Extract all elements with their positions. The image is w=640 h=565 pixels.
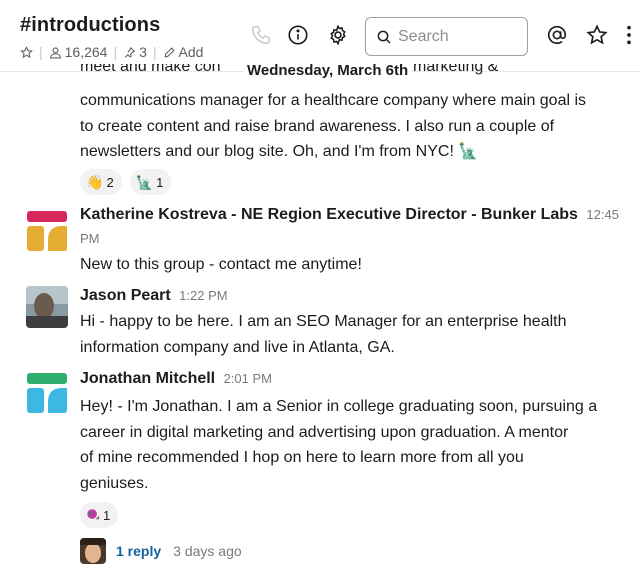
- message-line: newsletters and our blog site. Oh, and I…: [80, 143, 479, 160]
- timestamp-continuation: PM: [80, 231, 100, 246]
- reaction-count: 2: [106, 174, 114, 190]
- sender-name[interactable]: Jason Peart: [80, 287, 171, 304]
- company-logo-avatar: [27, 211, 67, 251]
- more-vertical-icon: [627, 25, 631, 45]
- reaction-bar: 👋 2 🗽 1: [80, 169, 172, 195]
- phone-icon: [251, 25, 271, 45]
- message-body: communications manager for a healthcare …: [80, 88, 586, 165]
- add-topic-button[interactable]: Add: [163, 44, 204, 60]
- reply-count-link[interactable]: 1 reply: [116, 543, 161, 559]
- channel-settings-button[interactable]: [327, 24, 349, 46]
- star-icon: [586, 24, 608, 45]
- reaction-wave[interactable]: 👋 2: [80, 169, 122, 195]
- reaction-bar: 1: [80, 502, 119, 528]
- company-logo-avatar: [27, 373, 67, 413]
- meta-separator: |: [39, 44, 43, 60]
- thread-reply-avatar: [80, 538, 106, 564]
- avatar-jason[interactable]: [26, 286, 68, 328]
- message-line: geniuses.: [80, 474, 149, 492]
- channel-details-button[interactable]: [287, 24, 309, 46]
- call-button[interactable]: [250, 24, 272, 46]
- mentions-button[interactable]: [546, 24, 568, 46]
- message-line: to create content and raise brand awaren…: [80, 117, 555, 135]
- pin-icon: [124, 46, 136, 58]
- message-line: of mine recommended I hop on here to lea…: [80, 449, 524, 466]
- search-input[interactable]: [398, 27, 518, 46]
- date-divider[interactable]: Wednesday, March 6th: [243, 62, 413, 79]
- meta-separator: |: [113, 44, 118, 60]
- message-line: Hey! - I'm Jonathan. I am a Senior in co…: [80, 398, 598, 415]
- statue-of-liberty-icon: 🗽: [135, 174, 154, 190]
- starred-items-button[interactable]: [586, 24, 608, 46]
- add-topic-label: Add: [178, 44, 204, 60]
- member-icon: [49, 46, 61, 58]
- custom-emoji-icon: [86, 507, 100, 523]
- star-icon: [20, 45, 33, 58]
- thread-summary[interactable]: 1 reply 3 days ago: [80, 538, 242, 564]
- reaction-count: 1: [103, 507, 111, 523]
- timestamp[interactable]: 1:22 PM: [179, 288, 227, 303]
- message-line: communications manager for a healthcare …: [80, 92, 587, 109]
- pinned-button[interactable]: 3: [123, 44, 147, 60]
- star-channel-button[interactable]: [20, 45, 33, 59]
- message-body: Hey! - I'm Jonathan. I am a Senior in co…: [80, 394, 597, 496]
- message-body: Hi - happy to be here. I am an SEO Manag…: [80, 309, 567, 360]
- timestamp[interactable]: 12:45: [586, 207, 619, 222]
- waving-hand-icon: 👋: [86, 174, 104, 190]
- message-line: career in digital marketing and advertis…: [80, 423, 569, 441]
- reaction-statue-of-liberty[interactable]: 🗽 1: [129, 169, 172, 195]
- reaction-custom[interactable]: 1: [80, 502, 119, 528]
- message-header: Katherine Kostreva - NE Region Executive…: [80, 206, 619, 224]
- search-icon: [377, 30, 391, 44]
- message-header: Jonathan Mitchell 2:01 PM: [80, 370, 272, 388]
- gear-icon: [330, 24, 346, 46]
- more-options-button[interactable]: [622, 24, 636, 46]
- member-count-button[interactable]: 16,264: [49, 44, 108, 60]
- sender-name[interactable]: Katherine Kostreva - NE Region Executive…: [80, 206, 578, 223]
- last-reply-time: 3 days ago: [173, 543, 242, 559]
- pencil-icon: [164, 46, 175, 58]
- info-icon: [288, 25, 308, 45]
- search-box[interactable]: [365, 17, 528, 56]
- member-count: 16,264: [64, 44, 108, 60]
- avatar-katherine[interactable]: [26, 210, 68, 252]
- reaction-count: 1: [156, 174, 164, 190]
- pinned-count: 3: [139, 44, 147, 60]
- avatar-jonathan[interactable]: [26, 372, 68, 414]
- meta-separator: |: [152, 44, 157, 60]
- message-body: New to this group - contact me anytime!: [80, 256, 362, 273]
- channel-meta: | 16,264 | 3 | Add: [20, 44, 203, 60]
- message-line: Hi - happy to be here. I am an SEO Manag…: [80, 313, 567, 330]
- channel-title[interactable]: #introductions: [20, 14, 160, 37]
- timestamp[interactable]: 2:01 PM: [224, 371, 272, 386]
- sender-name[interactable]: Jonathan Mitchell: [80, 370, 215, 387]
- message-line: information company and live in Atlanta,…: [80, 338, 395, 356]
- message-header: Jason Peart 1:22 PM: [80, 287, 228, 305]
- at-icon: [547, 25, 567, 45]
- user-photo: [26, 286, 68, 328]
